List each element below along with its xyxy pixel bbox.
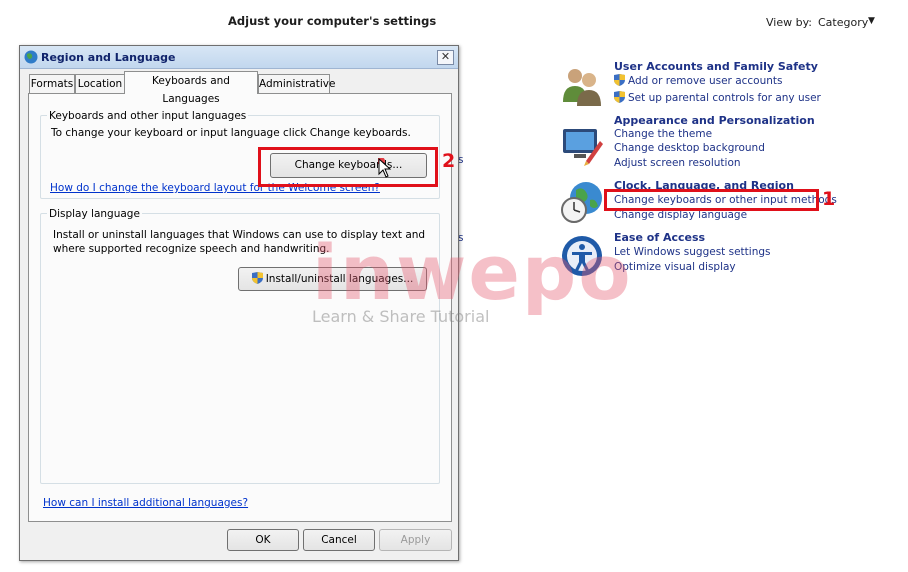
view-by-label: View by: — [766, 16, 812, 29]
uac-shield-icon — [614, 74, 625, 86]
dialog-titlebar[interactable]: Region and Language ✕ — [20, 46, 458, 69]
suggest-settings-link[interactable]: Let Windows suggest settings — [614, 246, 771, 258]
screen-resolution-link[interactable]: Adjust screen resolution — [614, 157, 741, 169]
tab-location[interactable]: Location — [75, 74, 125, 93]
parental-controls-link[interactable]: Set up parental controls for any user — [614, 91, 821, 104]
cancel-button[interactable]: Cancel — [303, 529, 375, 551]
category-title-user-accounts[interactable]: User Accounts and Family Safety — [614, 60, 818, 73]
appearance-icon[interactable] — [560, 123, 604, 167]
step-2-label: 2 — [442, 150, 456, 172]
add-remove-accounts-link[interactable]: Add or remove user accounts — [614, 74, 783, 87]
page-title: Adjust your computer's settings — [228, 14, 437, 28]
uac-shield-icon — [614, 91, 625, 103]
step-1-label: 1 — [822, 188, 836, 210]
globe-icon — [24, 50, 38, 64]
ok-button[interactable]: OK — [227, 529, 299, 551]
link-label: Set up parental controls for any user — [628, 92, 821, 104]
view-by-dropdown[interactable]: Category — [818, 16, 868, 29]
clock-globe-icon[interactable] — [560, 180, 604, 224]
change-background-link[interactable]: Change desktop background — [614, 142, 765, 154]
dialog-title: Region and Language — [41, 51, 176, 64]
watermark-tagline: Learn & Share Tutorial — [312, 307, 490, 326]
link-label: Add or remove user accounts — [628, 75, 783, 87]
apply-button[interactable]: Apply — [379, 529, 452, 551]
install-languages-help-link[interactable]: How can I install additional languages? — [43, 497, 248, 509]
chevron-down-icon[interactable]: ▼ — [868, 16, 875, 26]
user-accounts-icon[interactable] — [560, 64, 604, 108]
category-title-appearance[interactable]: Appearance and Personalization — [614, 114, 815, 127]
uac-shield-icon — [251, 272, 263, 284]
keyboards-group-title: Keyboards and other input languages — [47, 110, 249, 122]
tab-administrative[interactable]: Administrative — [258, 74, 335, 93]
display-language-group-title: Display language — [47, 208, 142, 220]
tab-keyboards-and-languages[interactable]: Keyboards and Languages — [124, 71, 258, 105]
highlight-box-step1 — [604, 189, 819, 211]
highlight-box-step2 — [258, 147, 438, 187]
watermark-logo: inwepo — [312, 228, 633, 317]
close-button[interactable]: ✕ — [437, 50, 454, 65]
display-language-description-line2: where supported recognize speech and han… — [53, 243, 330, 255]
tab-formats[interactable]: Formats — [29, 74, 75, 93]
keyboards-description: To change your keyboard or input languag… — [51, 127, 411, 139]
mouse-cursor-icon — [378, 158, 392, 178]
change-theme-link[interactable]: Change the theme — [614, 128, 712, 140]
